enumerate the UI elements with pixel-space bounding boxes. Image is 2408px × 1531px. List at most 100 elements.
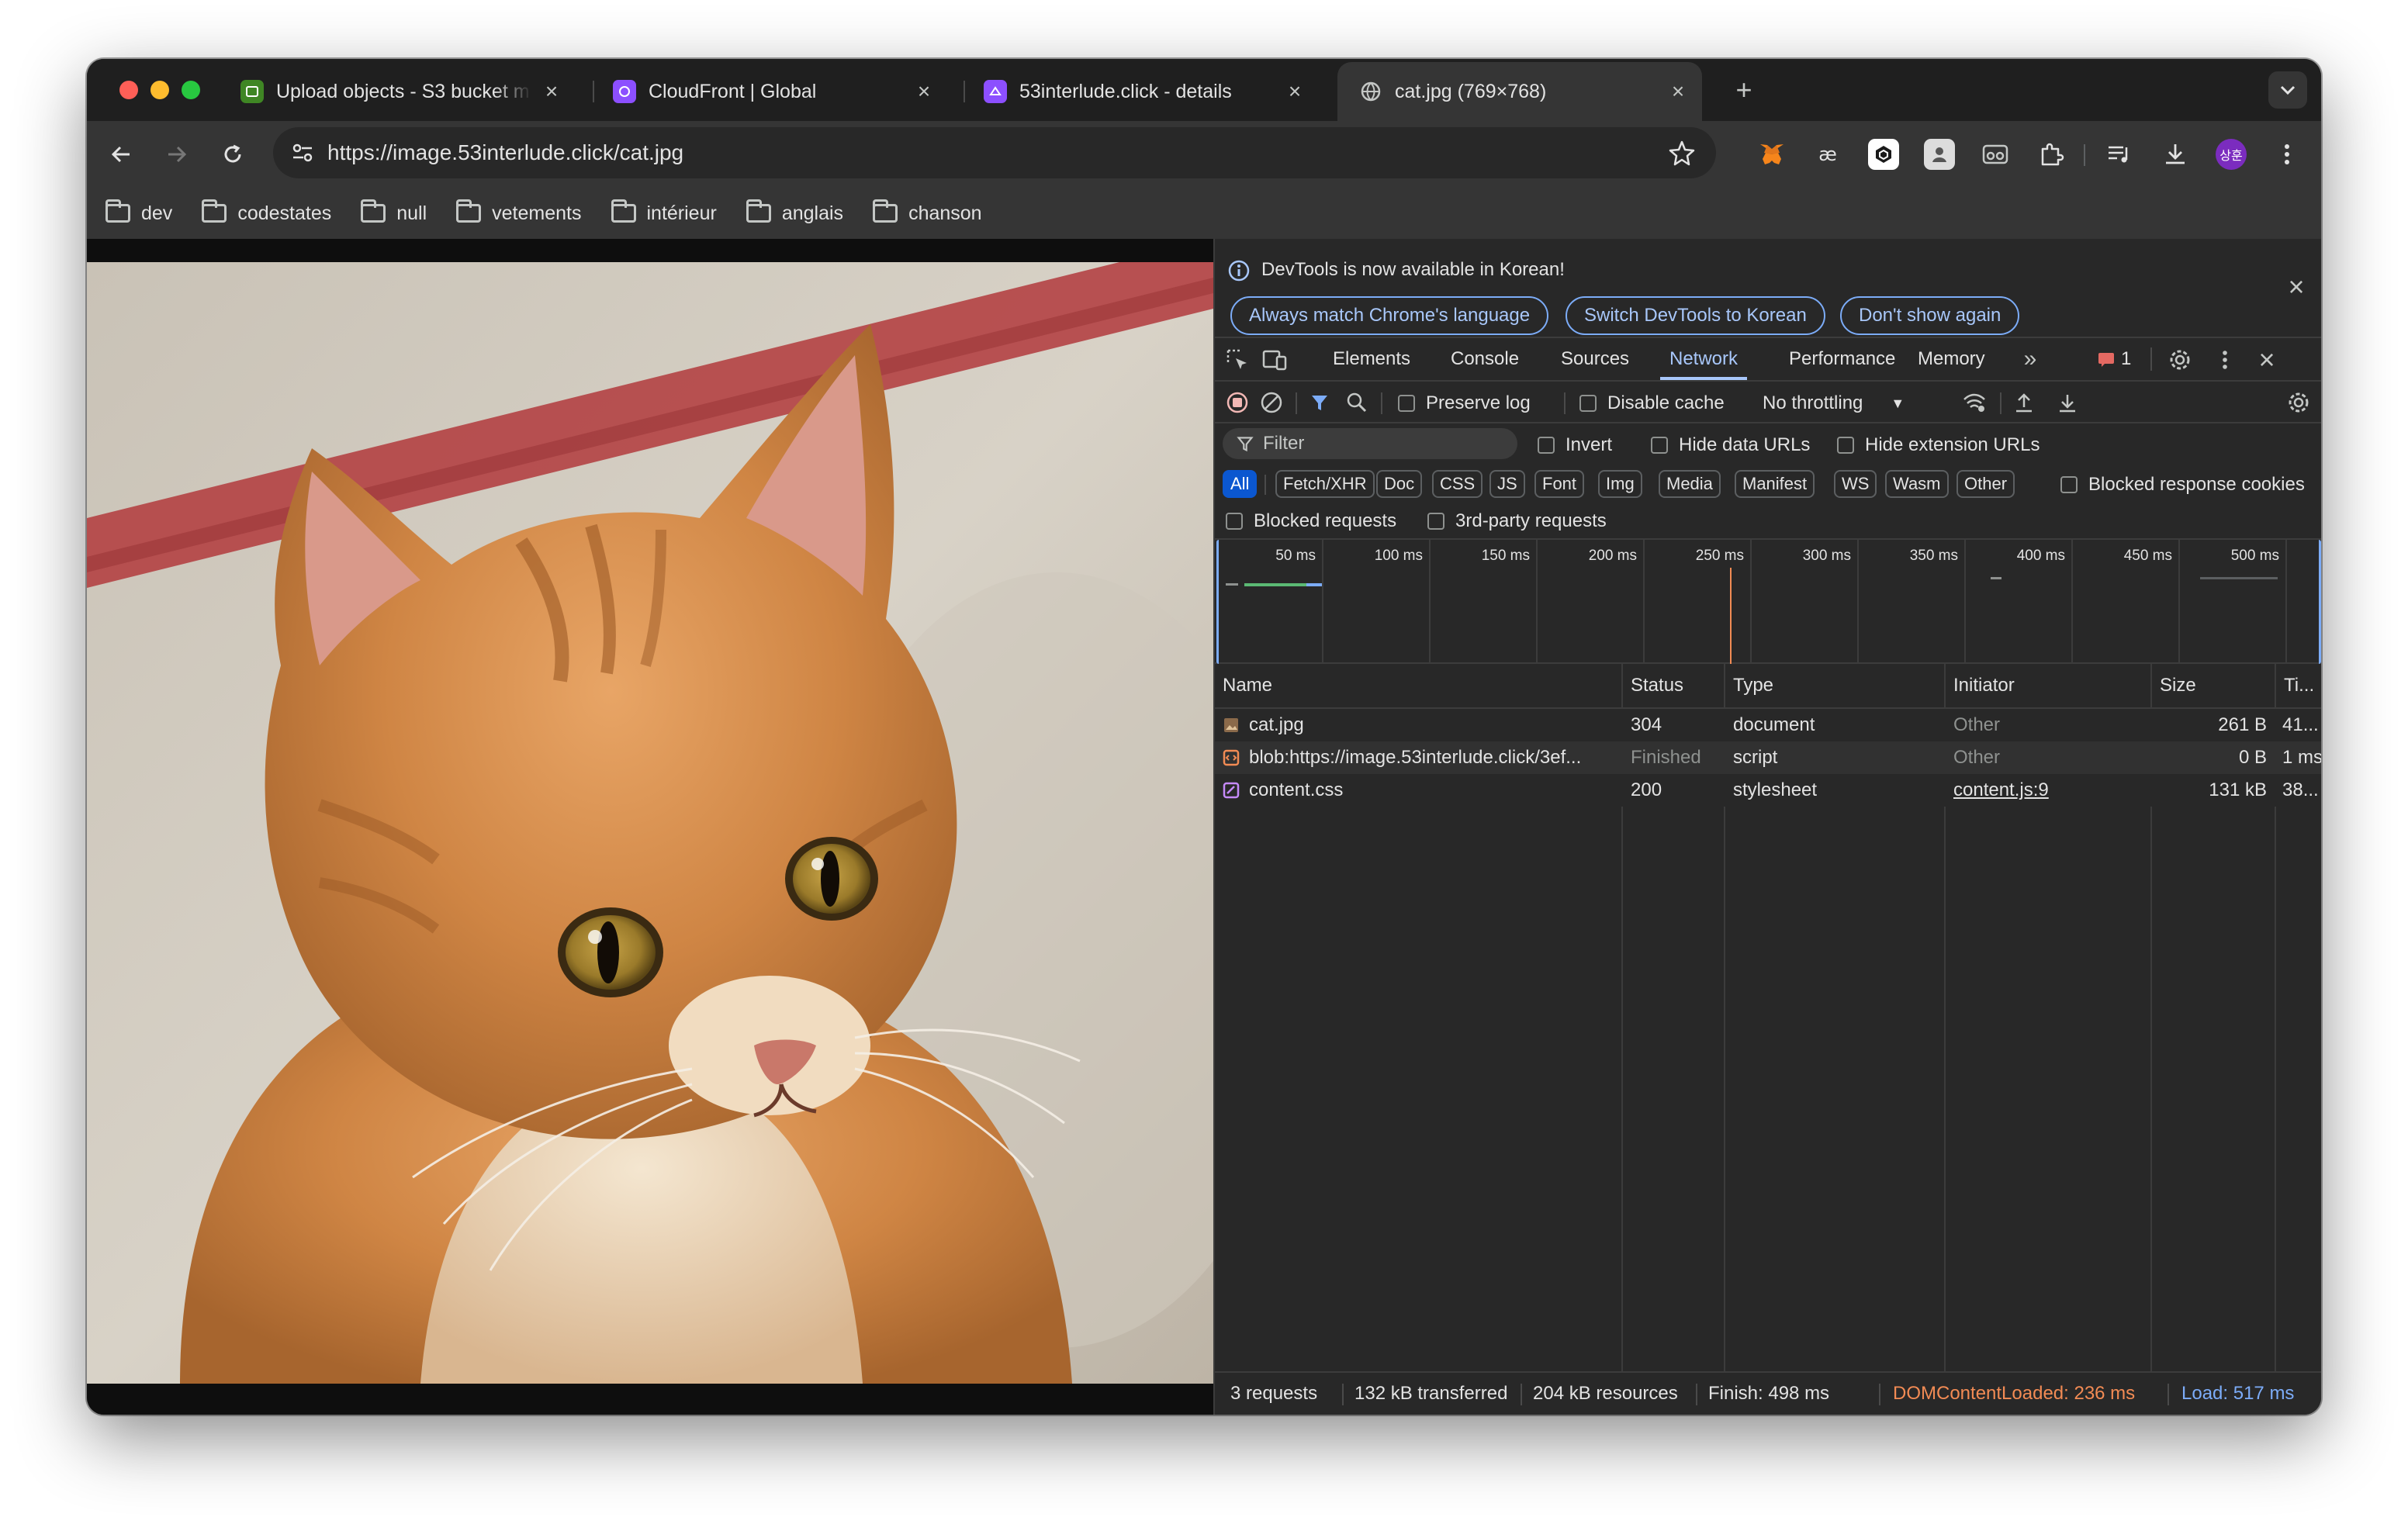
record-stop-icon[interactable] bbox=[1226, 391, 1249, 414]
close-window-button[interactable] bbox=[119, 81, 138, 99]
timeline-range-start-handle[interactable] bbox=[1216, 540, 1221, 664]
search-icon[interactable] bbox=[1345, 391, 1368, 414]
type-filter-all[interactable]: All bbox=[1223, 470, 1258, 498]
blocked-response-cookies-checkbox[interactable]: Blocked response cookies bbox=[2060, 474, 2305, 496]
type-filter-font[interactable]: Font bbox=[1534, 470, 1585, 498]
device-toolbar-icon[interactable] bbox=[1261, 347, 1288, 373]
export-har-icon[interactable] bbox=[2056, 391, 2079, 414]
throttling-select[interactable]: No throttling ▼ bbox=[1763, 392, 1905, 414]
bookmark-folder-chanson[interactable]: chanson bbox=[873, 199, 982, 225]
type-filter-other[interactable]: Other bbox=[1956, 470, 2015, 498]
type-filter-js[interactable]: JS bbox=[1489, 470, 1525, 498]
reader-mode-glasses-icon[interactable] bbox=[1980, 139, 2011, 170]
table-row[interactable]: content.css 200 stylesheet content.js:9 … bbox=[1215, 774, 2321, 807]
blocked-requests-checkbox[interactable]: Blocked requests bbox=[1226, 510, 1396, 532]
throttling-value: No throttling bbox=[1763, 392, 1863, 413]
dictionary-extension-icon[interactable]: æ bbox=[1812, 139, 1843, 170]
settings-gear-icon[interactable] bbox=[2166, 346, 2194, 374]
downloads-icon[interactable] bbox=[2160, 139, 2191, 170]
dont-show-again-button[interactable]: Don't show again bbox=[1840, 296, 2020, 335]
network-conditions-icon[interactable] bbox=[1961, 391, 1988, 414]
reload-button[interactable] bbox=[214, 136, 251, 173]
network-overview-timeline[interactable]: 50 ms 100 ms 150 ms 200 ms 250 ms 300 ms… bbox=[1215, 540, 2321, 664]
filter-funnel-icon[interactable] bbox=[1308, 391, 1331, 414]
extension-icon-user[interactable] bbox=[1924, 139, 1955, 170]
import-har-icon[interactable] bbox=[2012, 391, 2036, 414]
forward-button[interactable] bbox=[158, 136, 195, 173]
column-header-status[interactable]: Status bbox=[1623, 664, 1724, 707]
maximize-window-button[interactable] bbox=[182, 81, 200, 99]
close-tab-icon[interactable]: × bbox=[1666, 79, 1690, 104]
close-tab-icon[interactable]: × bbox=[1283, 79, 1306, 104]
type-filter-wasm[interactable]: Wasm bbox=[1885, 470, 1949, 498]
preserve-log-checkbox[interactable]: Preserve log bbox=[1398, 392, 1531, 414]
table-row[interactable]: blob:https://image.53interlude.click/3ef… bbox=[1215, 741, 2321, 774]
switch-to-korean-button[interactable]: Switch DevTools to Korean bbox=[1566, 296, 1825, 335]
new-tab-button[interactable]: + bbox=[1727, 73, 1761, 107]
type-filter-css[interactable]: CSS bbox=[1432, 470, 1483, 498]
bookmark-folder-codestates[interactable]: codestates bbox=[202, 199, 331, 225]
close-devtools-icon[interactable]: × bbox=[2253, 344, 2281, 375]
type-filter-fetch-xhr[interactable]: Fetch/XHR bbox=[1275, 470, 1375, 498]
url-text[interactable]: https://image.53interlude.click/cat.jpg bbox=[327, 140, 683, 165]
more-tabs-icon[interactable]: » bbox=[2017, 346, 2043, 372]
tab-route53-details[interactable]: 53interlude.click - details × bbox=[968, 62, 1317, 121]
close-infobar-icon[interactable]: × bbox=[2282, 271, 2310, 302]
column-header-time[interactable]: Ti... bbox=[2276, 664, 2321, 707]
column-header-size[interactable]: Size bbox=[2152, 664, 2275, 707]
disable-cache-checkbox[interactable]: Disable cache bbox=[1579, 392, 1725, 414]
request-initiator-link[interactable]: content.js:9 bbox=[1946, 774, 2150, 807]
tab-cat-jpg[interactable]: cat.jpg (769×768) × bbox=[1337, 62, 1702, 121]
tab-performance[interactable]: Performance bbox=[1789, 338, 1895, 380]
close-tab-icon[interactable]: × bbox=[912, 79, 936, 104]
type-filter-manifest[interactable]: Manifest bbox=[1735, 470, 1815, 498]
extensions-puzzle-icon[interactable] bbox=[2036, 139, 2067, 170]
column-header-initiator[interactable]: Initiator bbox=[1946, 664, 2150, 707]
bookmark-folder-dev[interactable]: dev bbox=[106, 199, 172, 225]
address-bar[interactable]: https://image.53interlude.click/cat.jpg bbox=[273, 127, 1716, 178]
table-row[interactable]: cat.jpg 304 document Other 261 B 41... bbox=[1215, 709, 2321, 741]
timeline-range-end-handle[interactable] bbox=[2316, 540, 2321, 664]
filter-funnel-icon bbox=[1237, 437, 1254, 452]
minimize-window-button[interactable] bbox=[150, 81, 169, 99]
devtools-menu-icon[interactable] bbox=[2211, 346, 2239, 374]
tab-console[interactable]: Console bbox=[1451, 338, 1519, 380]
type-filter-media[interactable]: Media bbox=[1659, 470, 1721, 498]
column-header-type[interactable]: Type bbox=[1725, 664, 1944, 707]
media-controls-icon[interactable] bbox=[2104, 139, 2135, 170]
issues-icon[interactable] bbox=[2096, 349, 2116, 369]
network-settings-gear-icon[interactable] bbox=[2285, 389, 2312, 416]
tab-search-button[interactable] bbox=[2268, 71, 2307, 109]
back-button[interactable] bbox=[102, 136, 140, 173]
hide-extension-urls-checkbox[interactable]: Hide extension URLs bbox=[1837, 434, 2040, 456]
type-filter-img[interactable]: Img bbox=[1598, 470, 1642, 498]
tab-memory[interactable]: Memory bbox=[1918, 338, 1985, 380]
tab-cloudfront[interactable]: CloudFront | Global × bbox=[597, 62, 946, 121]
profile-avatar[interactable]: 상훈 bbox=[2216, 139, 2247, 170]
bookmark-folder-interieur[interactable]: intérieur bbox=[611, 199, 717, 225]
filter-input[interactable]: Filter bbox=[1223, 428, 1517, 459]
always-match-language-button[interactable]: Always match Chrome's language bbox=[1230, 296, 1549, 335]
bookmark-folder-vetements[interactable]: vetements bbox=[456, 199, 582, 225]
bookmark-folder-anglais[interactable]: anglais bbox=[746, 199, 843, 225]
third-party-requests-checkbox[interactable]: 3rd-party requests bbox=[1427, 510, 1607, 532]
inspect-element-icon[interactable] bbox=[1224, 347, 1251, 373]
invert-checkbox[interactable]: Invert bbox=[1538, 434, 1612, 456]
column-header-name[interactable]: Name bbox=[1215, 664, 1621, 707]
clear-log-icon[interactable] bbox=[1260, 391, 1283, 414]
site-info-icon[interactable] bbox=[289, 139, 317, 167]
extension-icon-hex[interactable] bbox=[1868, 139, 1899, 170]
tab-network[interactable]: Network bbox=[1660, 338, 1748, 380]
kebab-menu-icon[interactable] bbox=[2271, 139, 2302, 170]
close-tab-icon[interactable]: × bbox=[540, 79, 563, 104]
hide-data-urls-checkbox[interactable]: Hide data URLs bbox=[1651, 434, 1810, 456]
bookmark-folder-null[interactable]: null bbox=[361, 199, 427, 225]
bookmark-label: vetements bbox=[492, 202, 582, 224]
tab-sources[interactable]: Sources bbox=[1561, 338, 1629, 380]
metamask-icon[interactable] bbox=[1756, 139, 1787, 170]
tab-elements[interactable]: Elements bbox=[1333, 338, 1410, 380]
bookmark-star-icon[interactable] bbox=[1668, 139, 1696, 167]
type-filter-ws[interactable]: WS bbox=[1834, 470, 1877, 498]
tab-upload-objects[interactable]: Upload objects - S3 bucket m × bbox=[225, 62, 574, 121]
type-filter-doc[interactable]: Doc bbox=[1376, 470, 1423, 498]
